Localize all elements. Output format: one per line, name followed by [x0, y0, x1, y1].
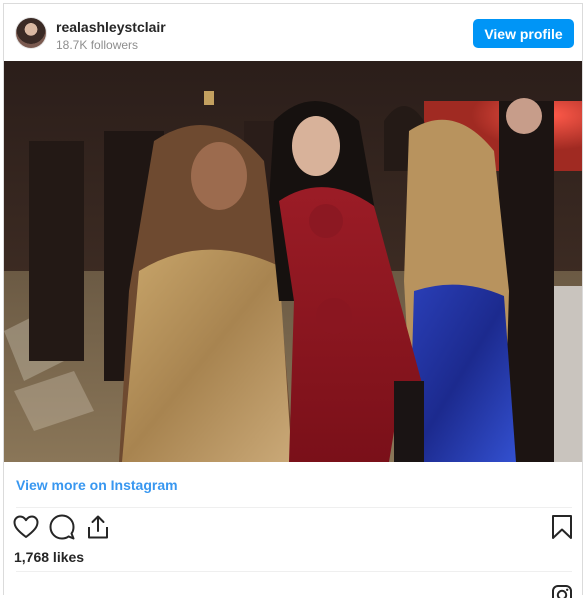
like-count[interactable]: 1,768 likes — [14, 549, 84, 565]
post-header: realashleystclair 18.7K followers View p… — [4, 4, 582, 62]
view-profile-button[interactable]: View profile — [473, 19, 574, 48]
username[interactable]: realashleystclair — [56, 19, 166, 35]
heart-icon[interactable] — [12, 513, 40, 541]
instagram-embed-card: realashleystclair 18.7K followers View p… — [3, 3, 583, 598]
comment-icon[interactable] — [48, 513, 76, 541]
action-bar — [4, 513, 582, 545]
instagram-logo-icon[interactable] — [551, 584, 573, 598]
divider — [16, 507, 572, 508]
avatar[interactable] — [16, 18, 46, 48]
view-more-link[interactable]: View more on Instagram — [16, 477, 178, 493]
divider — [16, 571, 572, 572]
follower-count: 18.7K followers — [56, 38, 139, 52]
post-photo[interactable] — [4, 61, 582, 462]
bookmark-icon[interactable] — [548, 513, 576, 541]
share-icon[interactable] — [84, 513, 112, 541]
